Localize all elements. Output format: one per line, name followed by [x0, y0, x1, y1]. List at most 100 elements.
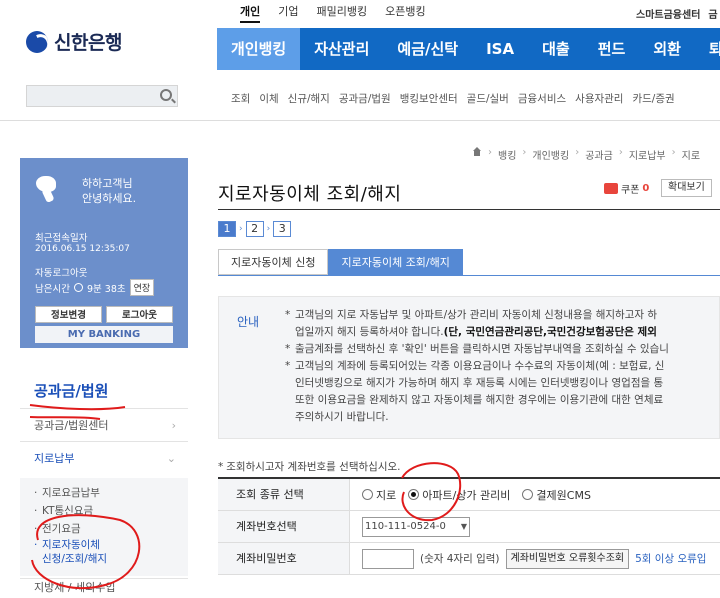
arrow-right-icon: › [239, 224, 243, 234]
clock-icon [73, 283, 83, 292]
remaining-time-label: 남은시간 [35, 283, 70, 295]
sidebar-item-public-court-center[interactable]: 공과금/법원센터 › [20, 408, 188, 441]
extend-session-button[interactable]: 연장 [129, 279, 155, 296]
top-utility: 스마트금융센터 금 [636, 6, 718, 21]
breadcrumb-separator: › [488, 147, 492, 158]
top-nav: 개인 기업 패밀리뱅킹 오픈뱅킹 [240, 3, 426, 23]
info-change-button[interactable]: 정보변경 [35, 306, 102, 323]
my-banking-button[interactable]: MY BANKING [35, 326, 173, 343]
subnav-inquiry[interactable]: 조회 [231, 91, 250, 106]
breadcrumb-separator: › [575, 147, 580, 158]
breadcrumb: › 뱅킹 › 개인뱅킹 › 공과금 › 지로납부 › 지로 [472, 147, 700, 162]
greeting-name: 하하고객님 [82, 177, 133, 190]
account-label: 계좌번호선택 [218, 511, 350, 542]
notice-line: 주의하시기 바랍니다. [295, 411, 389, 423]
arrow-right-icon: › [266, 224, 271, 234]
coupon-icon [604, 183, 618, 194]
top-utility-cut-link[interactable]: 금 [708, 6, 717, 21]
remaining-time: 남은시간 9분 38초 연장 [35, 279, 155, 296]
account-password-input[interactable] [362, 548, 414, 569]
sidebar-item-label: 공과금/법원센터 [34, 419, 109, 432]
breadcrumb-item[interactable]: 뱅킹 [498, 147, 516, 162]
gnb-foreign-exchange[interactable]: 외환 [639, 28, 695, 70]
breadcrumb-item[interactable]: 개인뱅킹 [532, 147, 569, 162]
top-nav-family-banking[interactable]: 패밀리뱅킹 [317, 3, 368, 23]
notice-label: 안내 [237, 315, 260, 329]
step-1: 1 [218, 221, 236, 237]
sidebar-menu: 공과금/법원센터 › 지로납부 ⌄ [20, 408, 188, 474]
sidebar-submenu: 지로요금납부 KT통신요금 전기요금 지로자동이체 신청/조회/해지 [20, 478, 188, 576]
breadcrumb-item[interactable]: 지로납부 [629, 147, 666, 162]
radio-checked-icon [408, 489, 420, 500]
subnav-card-securities[interactable]: 카드/증권 [632, 91, 674, 106]
gnb-loan[interactable]: 대출 [528, 28, 584, 70]
tabs: 지로자동이체 신청 지로자동이체 조회/해지 [218, 249, 463, 275]
gnb-personal-banking[interactable]: 개인뱅킹 [217, 28, 301, 70]
greeting-hello: 안녕하세요. [82, 192, 137, 205]
tab-giro-auto-transfer-inquiry[interactable]: 지로자동이체 조회/해지 [328, 249, 463, 275]
page-title: 지로자동이체 조회/해지 [218, 184, 402, 205]
top-nav-corporate[interactable]: 기업 [278, 3, 298, 23]
notice-line-text: 업일까지 해지 등록하셔야 합니다. [295, 326, 444, 338]
inquiry-form: 조회 종류 선택 지로 아파트/상가 관리비 결제원CMS 계좌번호선택 110… [218, 477, 720, 575]
zoom-button[interactable]: 확대보기 [661, 179, 712, 197]
subnav-security-center[interactable]: 뱅킹보안센터 [400, 91, 458, 106]
password-error-note: 5회 이상 오류입 [635, 553, 707, 565]
header-divider [0, 120, 720, 121]
sidebar-subitem-kt-telecom[interactable]: KT통신요금 [20, 502, 188, 520]
radio-cms[interactable]: 결제원CMS [522, 487, 591, 503]
top-nav-personal[interactable]: 개인 [240, 3, 260, 23]
subnav-gold-silver[interactable]: 골드/실버 [467, 91, 509, 106]
shinhan-logo-icon [26, 30, 48, 53]
subnav-new-cancel[interactable]: 신규/해지 [288, 91, 330, 106]
account-buttons: 정보변경 로그아웃 [35, 306, 173, 323]
gnb-isa[interactable]: ISA [472, 28, 528, 70]
radio-giro[interactable]: 지로 [362, 487, 396, 503]
coupon-link[interactable]: 쿠폰 0 [604, 181, 649, 196]
logo-text: 신한은행 [54, 32, 122, 54]
search-input[interactable] [26, 85, 178, 107]
gnb-fund[interactable]: 펀드 [584, 28, 640, 70]
sidebar-subitem-electric[interactable]: 전기요금 [20, 520, 188, 538]
radio-unchecked-icon [362, 489, 373, 500]
form-row-type: 조회 종류 선택 지로 아파트/상가 관리비 결제원CMS [218, 479, 720, 511]
gnb-retirement[interactable]: 퇴직연 [695, 28, 720, 70]
account-field: 110-111-0524-0 [350, 516, 470, 537]
chevron-down-icon: ⌄ [166, 452, 176, 465]
notice-list: 고객님의 지로 자동납부 및 아파트/상가 관리비 자동이체 신청내용을 해지하… [285, 307, 720, 426]
sidebar-subitem-giro-auto-transfer[interactable]: 지로자동이체 신청/조회/해지 [20, 538, 188, 566]
breadcrumb-item[interactable]: 공과금 [585, 147, 613, 162]
home-icon[interactable] [472, 147, 482, 156]
subnav-user-management[interactable]: 사용자관리 [575, 91, 623, 106]
top-nav-open-banking[interactable]: 오픈뱅킹 [385, 3, 425, 23]
sidebar-item-giro-payment[interactable]: 지로납부 ⌄ [20, 441, 188, 474]
notice-line: 고객님의 지로 자동납부 및 아파트/상가 관리비 자동이체 신청내용을 해지하… [285, 307, 720, 324]
type-label: 조회 종류 선택 [218, 479, 350, 510]
global-nav: 개인뱅킹 자산관리 예금/신탁 ISA 대출 펀드 외환 퇴직연 [217, 28, 720, 70]
subnav-transfer[interactable]: 이체 [259, 91, 278, 106]
notice-line: 인터넷뱅킹으로 해지가 가능하며 해지 후 재등록 시에는 인터넷뱅킹이나 영업… [295, 377, 664, 389]
radio-apartment-label: 아파트/상가 관리비 [422, 488, 511, 502]
gnb-asset-management[interactable]: 자산관리 [300, 28, 383, 70]
tab-underline [218, 275, 720, 276]
radio-giro-label: 지로 [376, 488, 397, 502]
password-error-count-button[interactable]: 계좌비밀번호 오류횟수조회 [505, 548, 630, 569]
account-select[interactable]: 110-111-0524-0 [362, 516, 470, 537]
subnav-public-court[interactable]: 공과금/법원 [339, 91, 391, 106]
breadcrumb-item[interactable]: 지로 [682, 147, 700, 162]
subnav-financial-service[interactable]: 금융서비스 [518, 91, 566, 106]
sidebar-item-local-tax[interactable]: 지방세 / 세외수입 [20, 578, 188, 598]
shinhan-logo[interactable]: 신한은행 [26, 28, 122, 55]
radio-cms-label: 결제원CMS [536, 488, 591, 502]
smart-finance-center-link[interactable]: 스마트금융센터 [636, 6, 700, 21]
search-icon[interactable] [160, 89, 172, 101]
sidebar-subitem-giro-fee[interactable]: 지로요금납부 [20, 484, 188, 502]
breadcrumb-separator: › [522, 147, 527, 158]
radio-apartment[interactable]: 아파트/상가 관리비 [408, 487, 510, 503]
breadcrumb-separator: › [618, 147, 623, 158]
gnb-deposit-trust[interactable]: 예금/신탁 [383, 28, 472, 70]
login-info-box: 하하고객님 안녕하세요. 최근접속일자 2016.06.15 12:35:07 … [20, 158, 188, 348]
logout-button[interactable]: 로그아웃 [106, 306, 173, 323]
password-label: 계좌비밀번호 [218, 543, 350, 574]
tab-giro-auto-transfer-apply[interactable]: 지로자동이체 신청 [218, 249, 329, 275]
